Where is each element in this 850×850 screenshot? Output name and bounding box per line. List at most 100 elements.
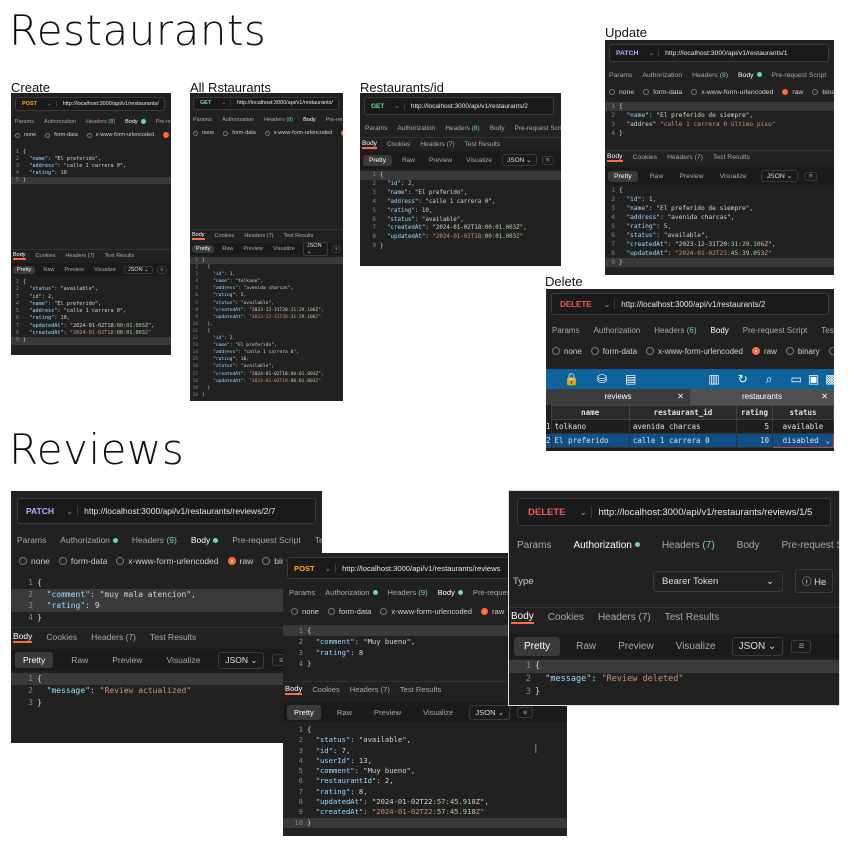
- resp-tab-body[interactable]: Body: [362, 140, 377, 149]
- tab-headers[interactable]: Headers (8): [445, 125, 479, 132]
- wrap-lines-icon[interactable]: ≡: [791, 639, 812, 653]
- tab-tests[interactable]: Tests: [821, 326, 834, 335]
- view-preview[interactable]: Preview: [112, 655, 142, 665]
- column-header[interactable]: rating: [736, 405, 773, 420]
- url-input[interactable]: http://localhost:3000/api/v1/restaurants…: [55, 101, 159, 107]
- tab-authorization[interactable]: Authorization: [44, 119, 76, 125]
- tab-prerequest[interactable]: Pre-request Script: [743, 326, 807, 335]
- tab-body[interactable]: Body: [303, 117, 316, 123]
- resp-tab-cookies[interactable]: Cookies: [548, 612, 584, 623]
- radio-none[interactable]: none: [291, 607, 319, 616]
- wrap-lines-icon[interactable]: ≡: [541, 155, 554, 165]
- view-preview[interactable]: Preview: [374, 708, 401, 717]
- view-raw[interactable]: Raw: [222, 246, 233, 252]
- wrap-lines-icon[interactable]: ≡: [156, 265, 167, 274]
- view-visualize[interactable]: Visualize: [720, 173, 747, 180]
- radio-form-data[interactable]: form-data: [643, 89, 682, 96]
- column-header[interactable]: name: [550, 405, 630, 420]
- view-raw[interactable]: Raw: [71, 655, 88, 665]
- resp-tab-test-results[interactable]: Test Results: [665, 612, 719, 623]
- layout-icon[interactable]: ▭: [791, 372, 802, 386]
- url-input[interactable]: http://localhost:3000/api/v1/restaurants…: [229, 100, 333, 106]
- cell-status[interactable]: available: [772, 419, 834, 434]
- radio-raw[interactable]: raw: [341, 130, 343, 136]
- radio-raw[interactable]: raw: [751, 347, 777, 356]
- resp-tab-cookies[interactable]: Cookies: [46, 632, 77, 642]
- request-body-editor[interactable]: 1{2 "name": "El preferido de siempre", 3 …: [605, 100, 834, 138]
- resp-tab-body[interactable]: Body: [285, 684, 303, 695]
- resp-tab-headers[interactable]: Headers (7): [244, 233, 273, 239]
- resp-tab-headers[interactable]: Headers (7): [65, 253, 94, 259]
- resp-tab-headers[interactable]: Headers (7): [598, 612, 651, 623]
- view-visualize[interactable]: Visualize: [273, 246, 295, 252]
- search-icon[interactable]: ⌕: [766, 372, 773, 387]
- resp-tab-test-results[interactable]: Test Results: [283, 233, 313, 239]
- resp-tab-test-results[interactable]: Test Results: [104, 253, 134, 259]
- tab-params[interactable]: Params: [517, 540, 551, 551]
- tab-headers[interactable]: Headers (9): [132, 535, 177, 545]
- radio-none[interactable]: none: [15, 132, 36, 138]
- format-select[interactable]: JSON ⌄: [731, 636, 784, 656]
- tab-authorization[interactable]: Authorization: [397, 125, 435, 132]
- cell-restaurant-id[interactable]: calle 1 carrera 0: [628, 433, 738, 448]
- tab-params[interactable]: Params: [15, 119, 34, 125]
- tab-body[interactable]: Body: [711, 326, 729, 335]
- url-input[interactable]: http://localhost:3000/api/v1/restaurants…: [614, 299, 765, 309]
- method-selector[interactable]: POST: [288, 564, 321, 573]
- radio-raw[interactable]: raw: [782, 89, 803, 96]
- wrap-lines-icon[interactable]: ≡: [332, 245, 341, 253]
- url-bar[interactable]: DELETE ⌄ http://localhost:3000/api/v1/re…: [551, 293, 829, 315]
- resp-tab-cookies[interactable]: Cookies: [215, 233, 235, 239]
- url-input[interactable]: http://localhost:3000/api/v1/restaurants…: [658, 49, 788, 57]
- tab-headers[interactable]: Headers (8): [692, 72, 728, 79]
- help-button[interactable]: ⓘ He: [795, 569, 834, 593]
- tab-body[interactable]: Body: [738, 72, 762, 79]
- cell-rating[interactable]: 10: [736, 433, 773, 448]
- method-selector[interactable]: DELETE: [552, 300, 600, 309]
- tab-params[interactable]: Params: [193, 117, 212, 123]
- format-select[interactable]: JSON ⌄: [760, 170, 799, 182]
- tab-headers[interactable]: Headers (7): [662, 540, 715, 551]
- table-row[interactable]: 2 El preferido calle 1 carrera 0 10 disa…: [546, 433, 834, 448]
- db-tab-reviews[interactable]: reviews ✕: [546, 389, 690, 405]
- format-select[interactable]: JSON ⌄: [302, 242, 329, 256]
- cell-rating[interactable]: 5: [736, 419, 773, 434]
- tab-body[interactable]: Body: [191, 535, 219, 545]
- request-body-editor[interactable]: 1{2 "name": "El preferido", 3 "address": …: [11, 141, 171, 184]
- cell-name[interactable]: tolkano: [550, 419, 630, 434]
- radio-raw[interactable]: raw: [227, 556, 253, 566]
- view-raw[interactable]: Raw: [337, 708, 352, 717]
- tab-body[interactable]: Body: [490, 125, 505, 132]
- tab-params[interactable]: Params: [552, 326, 580, 335]
- tab-authorization[interactable]: Authorization: [325, 588, 378, 597]
- url-bar[interactable]: DELETE ⌄ http://localhost:3000/api/v1/re…: [517, 498, 831, 526]
- tab-tests[interactable]: Tests: [315, 535, 322, 545]
- radio-none[interactable]: none: [193, 130, 214, 136]
- method-selector[interactable]: GET: [194, 100, 217, 106]
- method-selector[interactable]: PATCH: [18, 506, 62, 516]
- close-icon[interactable]: ✕: [677, 389, 684, 405]
- resp-tab-body[interactable]: Body: [511, 611, 534, 624]
- view-pretty[interactable]: Pretty: [363, 154, 392, 166]
- url-input[interactable]: http://localhost:3000/api/v1/restaurants…: [403, 102, 528, 110]
- tab-authorization[interactable]: Authorization: [573, 540, 640, 551]
- resp-tab-test-results[interactable]: Test Results: [713, 154, 750, 161]
- tab-params[interactable]: Params: [609, 72, 632, 79]
- chevron-down-icon[interactable]: ⌄: [43, 101, 56, 107]
- radio-form-data[interactable]: form-data: [223, 130, 256, 136]
- radio-raw[interactable]: raw: [481, 607, 504, 616]
- view-preview[interactable]: Preview: [618, 641, 654, 652]
- panel-icon[interactable]: ▩: [825, 372, 834, 386]
- tab-params[interactable]: Params: [17, 535, 46, 545]
- resp-tab-test-results[interactable]: Test Results: [465, 141, 500, 148]
- close-icon[interactable]: ✕: [821, 389, 828, 405]
- view-pretty[interactable]: Pretty: [514, 636, 561, 656]
- view-preview[interactable]: Preview: [429, 157, 452, 164]
- radio-none[interactable]: none: [19, 556, 50, 566]
- tab-prerequest[interactable]: Pre-request Script: [781, 540, 839, 551]
- tab-headers[interactable]: Headers (8): [264, 117, 293, 123]
- resp-tab-body[interactable]: Body: [192, 232, 205, 240]
- radio-binary[interactable]: binary: [785, 347, 820, 356]
- method-selector[interactable]: PATCH: [610, 50, 644, 57]
- chart-icon[interactable]: ▥: [708, 372, 719, 386]
